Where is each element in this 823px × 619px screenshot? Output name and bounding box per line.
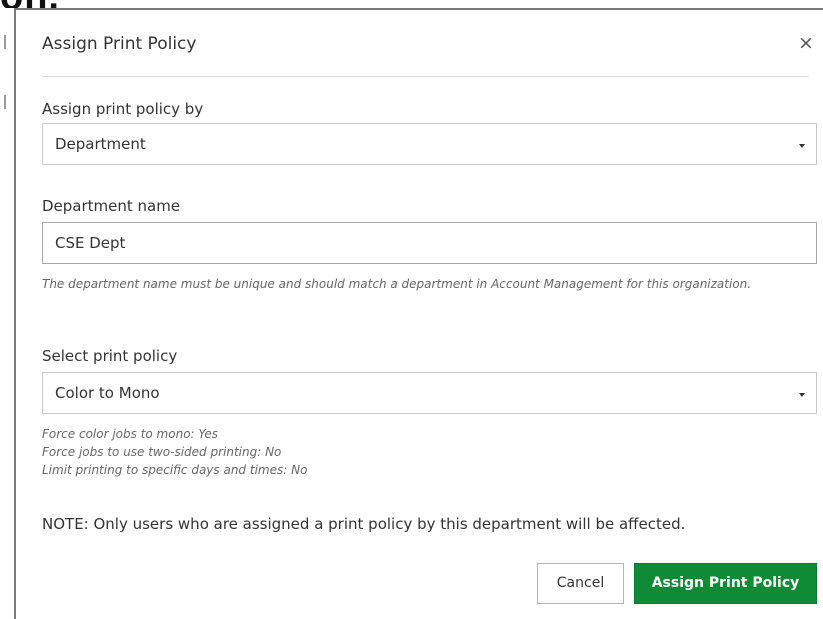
chevron-down-icon bbox=[799, 144, 805, 148]
department-name-value: CSE Dept bbox=[55, 234, 126, 252]
policy-detail-line: Force jobs to use two-sided printing: No bbox=[42, 445, 282, 459]
background-edge-mark bbox=[4, 35, 6, 49]
assign-by-label: Assign print policy by bbox=[42, 100, 204, 118]
assign-print-policy-button[interactable]: Assign Print Policy bbox=[634, 563, 817, 604]
modal-title: Assign Print Policy bbox=[42, 34, 197, 54]
background-edge-mark bbox=[4, 95, 6, 109]
department-name-input[interactable]: CSE Dept bbox=[42, 222, 817, 264]
print-policy-select[interactable]: Color to Mono bbox=[42, 372, 817, 414]
assign-by-selected-value: Department bbox=[55, 135, 146, 153]
policy-details: Force color jobs to mono: Yes Force jobs… bbox=[42, 425, 307, 479]
select-print-policy-label: Select print policy bbox=[42, 347, 178, 365]
policy-detail-line: Force color jobs to mono: Yes bbox=[42, 427, 219, 441]
department-name-label: Department name bbox=[42, 197, 181, 215]
assign-by-select[interactable]: Department bbox=[42, 123, 817, 165]
close-icon[interactable]: × bbox=[795, 32, 817, 54]
department-name-help: The department name must be unique and s… bbox=[42, 277, 752, 291]
print-policy-selected-value: Color to Mono bbox=[55, 384, 160, 402]
department-note: NOTE: Only users who are assigned a prin… bbox=[42, 515, 686, 533]
cancel-button[interactable]: Cancel bbox=[537, 563, 624, 604]
chevron-down-icon bbox=[799, 393, 805, 397]
policy-detail-line: Limit printing to specific days and time… bbox=[42, 463, 308, 477]
page: on. Assign Print Policy × Assign print p… bbox=[0, 0, 823, 619]
modal-header: Assign Print Policy × bbox=[42, 30, 814, 77]
assign-print-policy-modal: Assign Print Policy × Assign print polic… bbox=[14, 8, 823, 619]
